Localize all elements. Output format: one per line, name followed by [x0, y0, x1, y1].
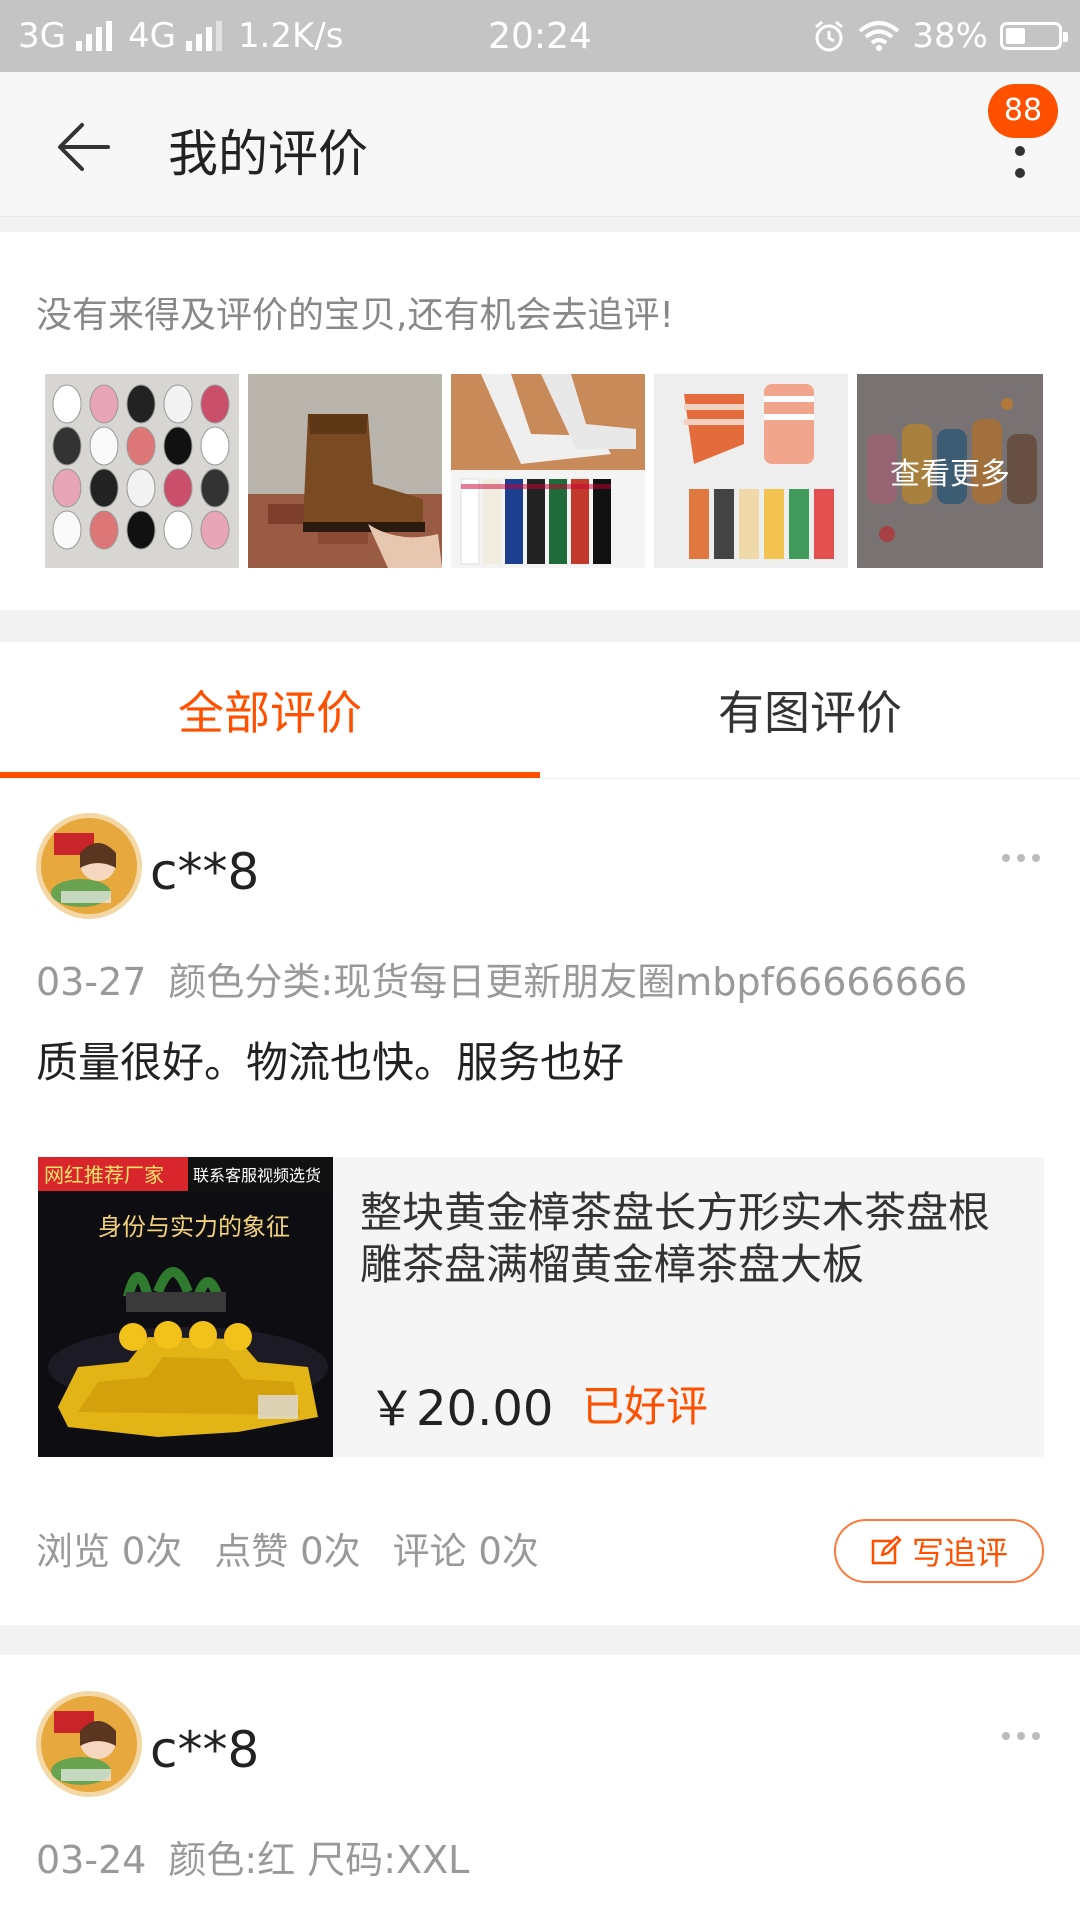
write-followup-button[interactable]: 写追评	[834, 1519, 1044, 1583]
see-more-thumbnail[interactable]: 查看更多	[857, 374, 1043, 568]
pending-item-thumbnail[interactable]	[451, 374, 645, 568]
review-meta: 03-24 颜色:红 尺码:XXL	[36, 1829, 469, 1884]
sneaker-shape	[89, 426, 119, 466]
signal-icon-2	[185, 21, 222, 51]
more-menu-button[interactable]	[1000, 124, 1040, 224]
review-card: c**8 03-24 颜色:红 尺码:XXL	[0, 1655, 1080, 1920]
tab-photo-reviews[interactable]: 有图评价	[540, 642, 1080, 778]
sneaker-shape	[52, 468, 82, 508]
sneaker-shape	[89, 384, 119, 424]
socks-photo	[451, 374, 645, 568]
avatar[interactable]	[36, 1691, 142, 1797]
review-tabs: 全部评价 有图评价	[0, 642, 1080, 779]
image-slogan: 身份与实力的象征	[98, 1213, 290, 1241]
sneaker-shape	[200, 510, 230, 550]
wifi-icon	[859, 21, 900, 51]
sneaker-shape	[163, 384, 193, 424]
review-content: 质量很好。物流也快。服务也好	[36, 1038, 625, 1087]
review-card: c**8 03-27 颜色分类:现货每日更新朋友圈mbpf66666666 质量很…	[0, 779, 1080, 1625]
sneakers-photo	[45, 374, 239, 568]
product-card[interactable]: 网红推荐厂家 联系客服视频选货 身份与实力的象征 整块黄金樟茶盘长方形实木茶盘根…	[38, 1157, 1044, 1457]
likes-count: 点赞 0次	[214, 1530, 361, 1573]
sneaker-shape	[52, 426, 82, 466]
review-status: 已好评	[582, 1382, 709, 1431]
pending-review-section: 没有来得及评价的宝贝,还有机会去追评! 查看更多	[0, 232, 1080, 610]
sneaker-shape	[200, 384, 230, 424]
review-variant: 颜色分类:现货每日更新朋友圈mbpf66666666	[168, 960, 968, 1004]
page-title: 我的评价	[168, 125, 368, 183]
reviewer-name: c**8	[150, 1721, 260, 1779]
network-4g-label: 4G	[127, 16, 176, 56]
comments-count: 评论 0次	[392, 1530, 539, 1573]
network-speed: 1.2K/s	[237, 16, 344, 56]
pending-item-thumbnail[interactable]	[654, 374, 848, 568]
sneaker-shape	[52, 384, 82, 424]
sneaker-shape	[126, 426, 156, 466]
status-right: 38%	[812, 16, 1068, 56]
sneaker-shape	[200, 468, 230, 508]
review-meta: 03-27 颜色分类:现货每日更新朋友圈mbpf66666666	[36, 951, 967, 1006]
status-bar: 3G 4G 1.2K/s 20:24 38%	[0, 0, 1080, 72]
signal-icon	[75, 21, 112, 51]
review-date: 03-24	[36, 1838, 147, 1882]
sneaker-shape	[89, 510, 119, 550]
battery-icon	[1000, 22, 1068, 50]
network-3g-label: 3G	[18, 16, 66, 56]
striped-socks-photo	[654, 374, 848, 568]
image-tag: 网红推荐厂家	[44, 1164, 164, 1187]
message-count-badge: 88	[988, 84, 1058, 138]
avatar[interactable]	[36, 813, 142, 919]
review-date: 03-27	[36, 960, 147, 1004]
sneaker-shape	[163, 426, 193, 466]
sneaker-shape	[126, 384, 156, 424]
active-tab-indicator	[0, 772, 540, 778]
pending-item-thumbnail[interactable]	[248, 374, 442, 568]
review-variant: 颜色:红 尺码:XXL	[168, 1838, 470, 1882]
product-image: 网红推荐厂家 联系客服视频选货 身份与实力的象征	[38, 1157, 333, 1457]
review-more-icon[interactable]	[1002, 1732, 1040, 1740]
back-arrow-icon[interactable]	[50, 112, 120, 182]
views-count: 浏览 0次	[36, 1530, 183, 1573]
pending-hint: 没有来得及评价的宝贝,还有机会去追评!	[36, 295, 674, 336]
image-tag-2: 联系客服视频选货	[193, 1167, 321, 1185]
status-left: 3G 4G 1.2K/s	[18, 16, 344, 56]
alarm-icon	[815, 20, 844, 52]
product-price: ￥20.00	[368, 1381, 554, 1437]
edit-icon	[871, 1535, 902, 1565]
tea-tray-photo: 网红推荐厂家 联系客服视频选货 身份与实力的象征	[38, 1157, 333, 1457]
product-title: 整块黄金樟茶盘长方形实木茶盘根雕茶盘满榴黄金樟茶盘大板	[360, 1188, 991, 1289]
sneaker-shape	[163, 468, 193, 508]
avatar-image	[36, 813, 142, 919]
sneaker-shape	[126, 510, 156, 550]
tab-all-reviews[interactable]: 全部评价	[0, 642, 540, 778]
app-header: 我的评价 88	[0, 72, 1080, 217]
avatar-image	[36, 1691, 142, 1797]
boot-photo	[248, 374, 442, 568]
review-stats: 浏览 0次 点赞 0次 评论 0次	[36, 1521, 539, 1575]
sneaker-shape	[89, 468, 119, 508]
reviewer-name: c**8	[150, 843, 260, 901]
pending-thumbnails: 查看更多	[45, 374, 1043, 568]
sneaker-shape	[200, 426, 230, 466]
write-followup-label: 写追评	[911, 1534, 1008, 1572]
see-more-label: 查看更多	[857, 374, 1043, 568]
pending-item-thumbnail[interactable]	[45, 374, 239, 568]
sneaker-shape	[126, 468, 156, 508]
sneaker-shape	[163, 510, 193, 550]
review-more-icon[interactable]	[1002, 854, 1040, 862]
sneaker-shape	[52, 510, 82, 550]
battery-percent: 38%	[912, 16, 988, 56]
